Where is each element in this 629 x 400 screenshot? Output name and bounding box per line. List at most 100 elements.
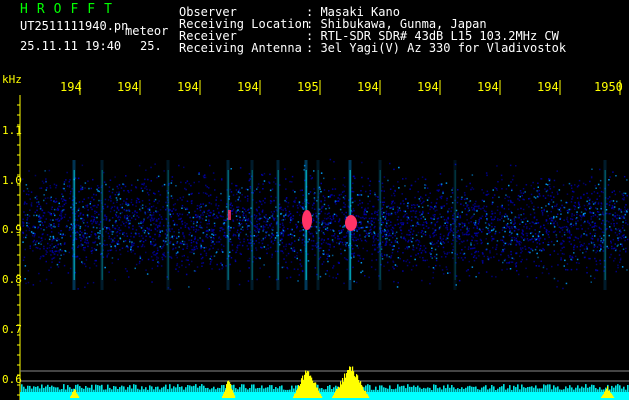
noise-dot [242, 229, 244, 231]
noise-dot [595, 260, 597, 262]
noise-dot [69, 235, 72, 237]
noise-dot [209, 194, 212, 196]
noise-dot [511, 226, 513, 228]
noise-dot [50, 199, 52, 202]
noise-dot [429, 208, 431, 211]
noise-dot [256, 188, 258, 190]
noise-dot [261, 203, 263, 206]
noise-dot [48, 225, 50, 227]
noise-dot [322, 241, 325, 244]
noise-dot [485, 213, 488, 215]
noise-dot [568, 240, 571, 243]
noise-dot [323, 177, 325, 180]
noise-dot [182, 196, 185, 198]
noise-dot [569, 208, 572, 211]
noise-dot [481, 199, 484, 202]
noise-dot [504, 230, 506, 233]
baseline-spike [187, 385, 189, 392]
noise-dot [466, 219, 468, 221]
noise-dot [201, 218, 204, 220]
noise-dot [486, 174, 488, 177]
noise-dot [372, 241, 375, 243]
noise-dot [192, 222, 195, 225]
noise-dot [299, 263, 302, 265]
noise-dot [476, 226, 478, 228]
noise-dot [473, 259, 476, 262]
noise-dot [114, 247, 117, 249]
baseline-spike [469, 385, 471, 392]
noise-dot [174, 203, 176, 205]
noise-dot [493, 194, 496, 196]
noise-dot [89, 267, 91, 269]
noise-dot [282, 234, 285, 236]
noise-dot [532, 235, 534, 237]
noise-dot [159, 214, 161, 216]
noise-dot [508, 184, 510, 187]
noise-dot [296, 225, 298, 228]
noise-dot [284, 207, 286, 210]
noise-dot [123, 189, 125, 192]
noise-dot [445, 227, 447, 229]
noise-dot [626, 238, 629, 241]
noise-dot [592, 249, 595, 252]
noise-dot [150, 220, 152, 222]
noise-dot [163, 254, 165, 257]
noise-dot [292, 189, 294, 192]
noise-dot [513, 236, 516, 239]
noise-dot [410, 225, 412, 227]
noise-dot [499, 219, 501, 221]
noise-dot [419, 200, 421, 202]
noise-dot [259, 201, 262, 203]
noise-dot [107, 249, 109, 252]
noise-dot [512, 175, 515, 177]
noise-dot [87, 216, 89, 218]
noise-dot [534, 248, 537, 251]
noise-dot [563, 246, 565, 248]
noise-dot [284, 218, 286, 221]
noise-dot [50, 208, 53, 210]
noise-dot [59, 257, 61, 260]
noise-dot [462, 204, 465, 207]
baseline-spike [567, 388, 569, 392]
noise-dot [328, 275, 331, 277]
baseline-spike [255, 388, 257, 392]
noise-dot [235, 185, 238, 187]
noise-dot [367, 220, 369, 223]
baseline-spike [91, 384, 93, 392]
noise-dot [255, 249, 258, 251]
noise-dot [461, 232, 464, 234]
noise-dot [68, 181, 70, 183]
baseline-spike [499, 387, 501, 392]
noise-dot [282, 209, 284, 211]
noise-dot [343, 198, 346, 200]
noise-dot [92, 281, 95, 284]
noise-dot [81, 200, 84, 203]
baseline-spike [529, 386, 531, 392]
baseline-spike [287, 389, 289, 392]
noise-dot [514, 239, 516, 241]
noise-dot [31, 235, 34, 237]
noise-band [22, 158, 629, 291]
noise-dot [399, 209, 401, 212]
noise-dot [411, 233, 414, 236]
noise-dot [148, 207, 151, 209]
noise-dot [533, 237, 536, 240]
noise-dot [299, 189, 302, 192]
baseline-spike [419, 387, 421, 392]
noise-dot [92, 219, 95, 221]
noise-dot [87, 282, 89, 285]
noise-dot [138, 222, 140, 225]
noise-dot [34, 211, 36, 214]
noise-dot [427, 212, 430, 214]
noise-dot [477, 205, 479, 208]
noise-dot [327, 238, 329, 240]
noise-dot [163, 183, 166, 186]
noise-dot [388, 214, 390, 216]
noise-dot [566, 216, 569, 219]
noise-dot [159, 231, 161, 233]
baseline-spike [149, 385, 151, 392]
noise-dot [471, 247, 473, 250]
noise-dot [481, 215, 484, 217]
noise-dot [24, 248, 26, 251]
noise-dot [201, 227, 204, 229]
